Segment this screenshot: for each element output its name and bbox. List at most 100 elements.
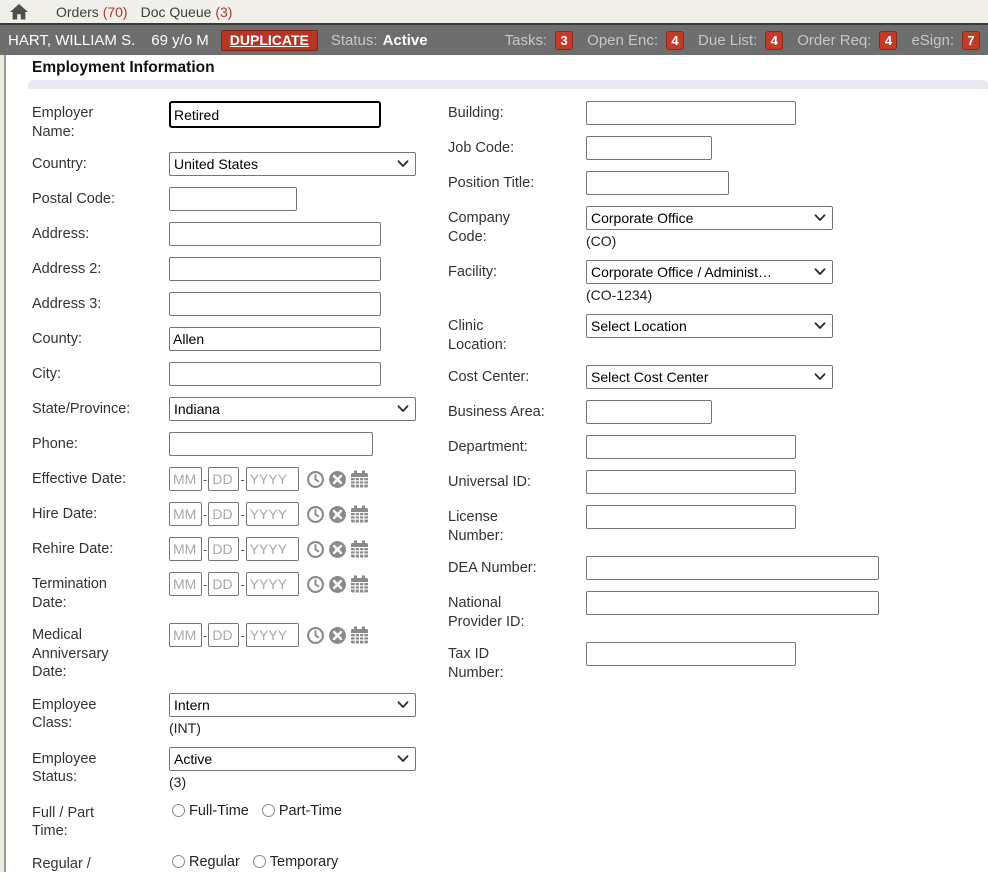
employee-class-select[interactable]: Intern bbox=[169, 693, 416, 717]
job-code-input[interactable] bbox=[586, 136, 712, 160]
home-icon[interactable] bbox=[10, 4, 28, 20]
effective-date-inputs: -- bbox=[169, 467, 448, 491]
field-row-effective-date: Effective Date:-- bbox=[32, 467, 448, 491]
hire-date-label: Hire Date: bbox=[32, 502, 169, 524]
tax-id-number-input[interactable] bbox=[586, 642, 796, 666]
phone-input[interactable] bbox=[169, 432, 373, 456]
cost-center-select[interactable]: Select Cost Center bbox=[586, 365, 833, 389]
facility-field: Corporate Office / Administ…(CO-1234) bbox=[586, 260, 988, 303]
city-label: City: bbox=[32, 362, 169, 384]
address-input[interactable] bbox=[169, 222, 381, 246]
national-provider-id-input[interactable] bbox=[586, 591, 879, 615]
full-part-time-option-part-time[interactable]: Part-Time bbox=[262, 803, 342, 819]
radio-button-unchecked[interactable] bbox=[172, 804, 185, 817]
clock-icon[interactable] bbox=[306, 575, 325, 594]
full-part-time-option-full-time[interactable]: Full-Time bbox=[172, 803, 249, 819]
field-row-building: Building: bbox=[448, 101, 988, 125]
radio-button-unchecked[interactable] bbox=[172, 855, 185, 868]
rehire-date-dd-input[interactable] bbox=[208, 537, 239, 561]
calendar-icon[interactable] bbox=[350, 626, 369, 644]
count-badge[interactable]: 4 bbox=[879, 31, 897, 50]
clock-icon[interactable] bbox=[306, 505, 325, 524]
city-input[interactable] bbox=[169, 362, 381, 386]
count-badge[interactable]: 3 bbox=[555, 31, 573, 50]
position-title-input[interactable] bbox=[586, 171, 729, 195]
hire-date-inputs: -- bbox=[169, 502, 448, 526]
hire-date-mm-input[interactable] bbox=[169, 502, 202, 526]
employee-status-label: Employee Status: bbox=[32, 747, 169, 787]
company-code-select[interactable]: Corporate Office bbox=[586, 206, 833, 230]
clear-icon[interactable] bbox=[328, 626, 347, 645]
business-area-input[interactable] bbox=[586, 400, 712, 424]
employee-status-select[interactable]: Active bbox=[169, 747, 416, 771]
clock-icon[interactable] bbox=[306, 626, 325, 645]
clear-icon[interactable] bbox=[328, 540, 347, 559]
nav-orders[interactable]: Orders (70) bbox=[56, 4, 128, 20]
field-row-state-province: State/Province:Indiana bbox=[32, 397, 448, 421]
chevron-down-icon bbox=[393, 400, 409, 418]
position-title-label: Position Title: bbox=[448, 171, 586, 193]
hire-date-yyyy-input[interactable] bbox=[246, 502, 299, 526]
postal-code-input[interactable] bbox=[169, 187, 297, 211]
count-badge[interactable]: 4 bbox=[765, 31, 783, 50]
count-badge[interactable]: 4 bbox=[666, 31, 684, 50]
facility-select[interactable]: Corporate Office / Administ… bbox=[586, 260, 833, 284]
address-2-input[interactable] bbox=[169, 257, 381, 281]
job-code-label: Job Code: bbox=[448, 136, 586, 158]
calendar-icon[interactable] bbox=[350, 505, 369, 523]
clock-icon[interactable] bbox=[306, 540, 325, 559]
calendar-icon[interactable] bbox=[350, 470, 369, 488]
radio-button-unchecked[interactable] bbox=[262, 804, 275, 817]
field-row-regular-temporary: Regular / Temporary:RegularTemporary bbox=[32, 852, 448, 872]
rehire-date-mm-input[interactable] bbox=[169, 537, 202, 561]
clear-icon[interactable] bbox=[328, 470, 347, 489]
field-row-clinic-location: Clinic Location:Select Location bbox=[448, 314, 988, 354]
field-row-phone: Phone: bbox=[32, 432, 448, 456]
rehire-date-label: Rehire Date: bbox=[32, 537, 169, 559]
medical-anniversary-date-mm-input[interactable] bbox=[169, 623, 202, 647]
company-code-field: Corporate Office(CO) bbox=[586, 206, 988, 249]
department-input[interactable] bbox=[586, 435, 796, 459]
date-separator: - bbox=[240, 628, 244, 643]
clear-icon[interactable] bbox=[328, 575, 347, 594]
job-code-field bbox=[586, 136, 988, 160]
address-3-input[interactable] bbox=[169, 292, 381, 316]
effective-date-yyyy-input[interactable] bbox=[246, 467, 299, 491]
medical-anniversary-date-dd-input[interactable] bbox=[208, 623, 239, 647]
position-title-field bbox=[586, 171, 988, 195]
status-badge-group: Tasks:3 bbox=[505, 31, 574, 50]
effective-date-mm-input[interactable] bbox=[169, 467, 202, 491]
rehire-date-yyyy-input[interactable] bbox=[246, 537, 299, 561]
calendar-icon[interactable] bbox=[350, 540, 369, 558]
hire-date-dd-input[interactable] bbox=[208, 502, 239, 526]
county-input[interactable] bbox=[169, 327, 381, 351]
termination-date-dd-input[interactable] bbox=[208, 572, 239, 596]
calendar-icon[interactable] bbox=[350, 575, 369, 593]
count-badge[interactable]: 7 bbox=[962, 31, 980, 50]
state-province-select[interactable]: Indiana bbox=[169, 397, 416, 421]
date-separator: - bbox=[203, 542, 207, 557]
nav-doc-queue[interactable]: Doc Queue (3) bbox=[141, 4, 233, 20]
license-number-input[interactable] bbox=[586, 505, 796, 529]
effective-date-dd-input[interactable] bbox=[208, 467, 239, 491]
radio-button-unchecked[interactable] bbox=[253, 855, 266, 868]
termination-date-yyyy-input[interactable] bbox=[246, 572, 299, 596]
clock-icon[interactable] bbox=[306, 470, 325, 489]
clear-icon[interactable] bbox=[328, 505, 347, 524]
address-label: Address: bbox=[32, 222, 169, 244]
medical-anniversary-date-yyyy-input[interactable] bbox=[246, 623, 299, 647]
building-input[interactable] bbox=[586, 101, 796, 125]
termination-date-mm-input[interactable] bbox=[169, 572, 202, 596]
universal-id-input[interactable] bbox=[586, 470, 796, 494]
employer-name-input[interactable] bbox=[169, 101, 381, 128]
dea-number-input[interactable] bbox=[586, 556, 879, 580]
clinic-location-select[interactable]: Select Location bbox=[586, 314, 833, 338]
country-select[interactable]: United States bbox=[169, 152, 416, 176]
country-label: Country: bbox=[32, 152, 169, 174]
field-row-employee-status: Employee Status:Active(3) bbox=[32, 747, 448, 790]
main-content: Employment Information Employer Name:Cou… bbox=[0, 55, 988, 872]
duplicate-badge[interactable]: DUPLICATE bbox=[221, 30, 318, 51]
regular-temporary-option-temporary[interactable]: Temporary bbox=[253, 854, 339, 870]
national-provider-id-label: National Provider ID: bbox=[448, 591, 586, 631]
regular-temporary-option-regular[interactable]: Regular bbox=[172, 854, 240, 870]
